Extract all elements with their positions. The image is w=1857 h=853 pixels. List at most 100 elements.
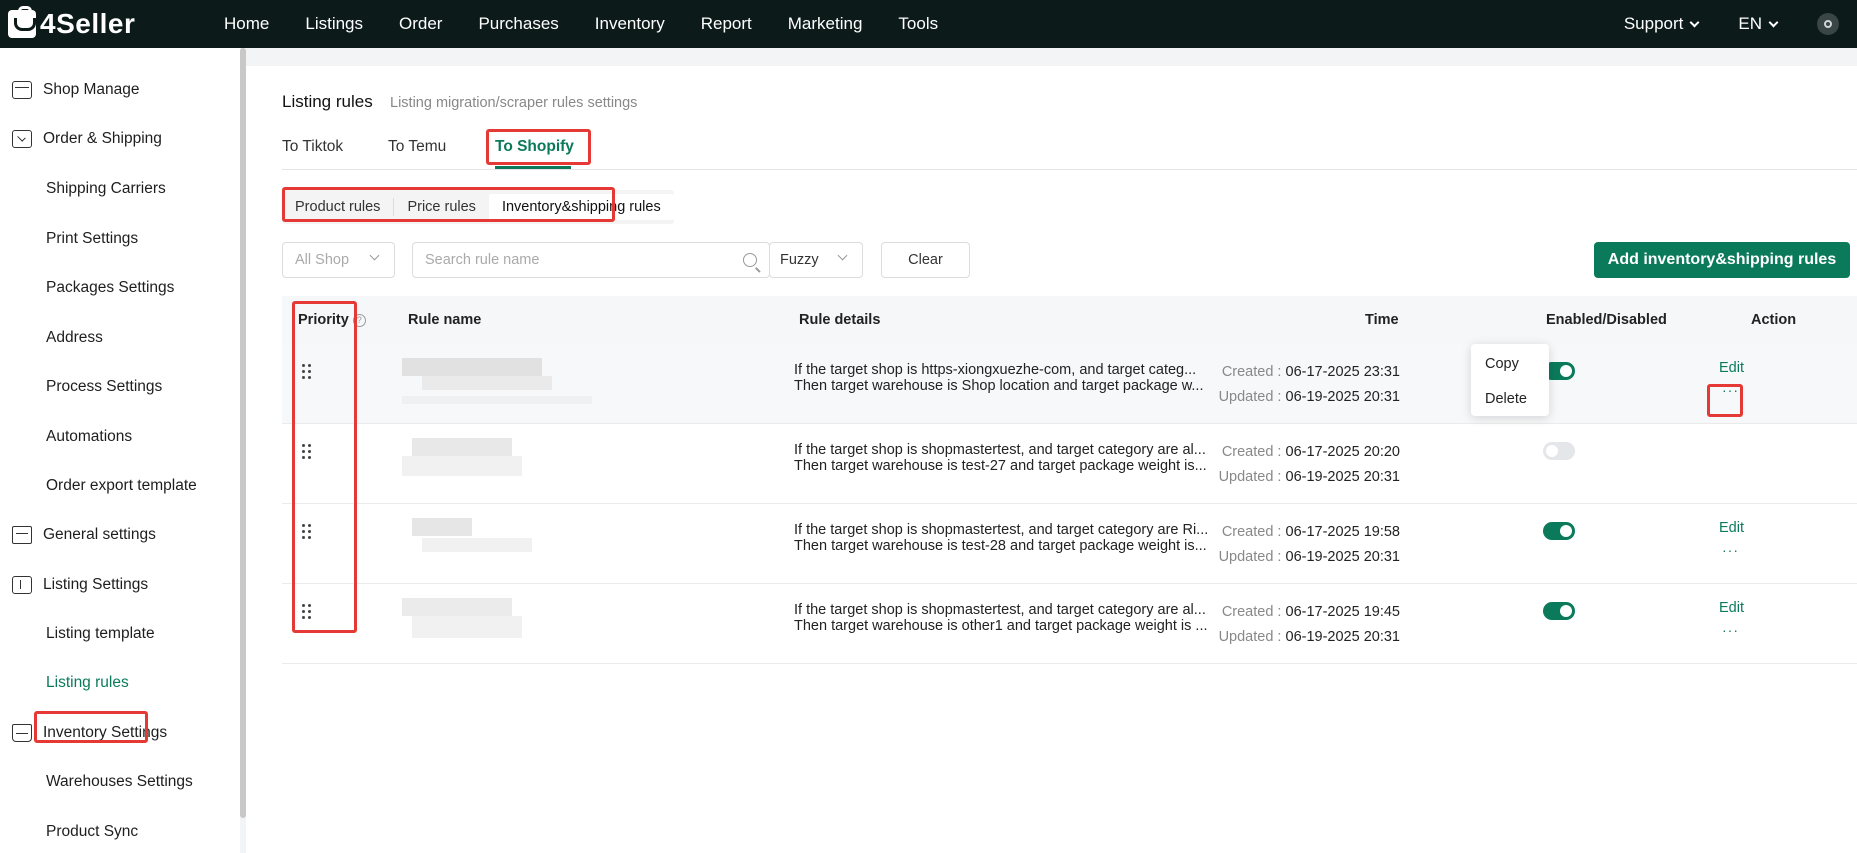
match-mode-select[interactable]: Fuzzy — [769, 242, 863, 278]
created-label: Created : — [1221, 604, 1282, 620]
sidebar-item-order-shipping[interactable]: Order & Shipping — [0, 119, 162, 159]
drag-handle-icon[interactable] — [302, 524, 312, 540]
settings-gear-icon[interactable] — [1817, 13, 1839, 35]
sidebar-item-label: Shop Manage — [43, 81, 140, 98]
rule-details-line1: If the target shop is shopmastertest, an… — [794, 442, 1206, 458]
rule-time: Created : 06-17-2025 20:20 Updated : 06-1… — [1162, 440, 1400, 490]
sidebar-item-label: Product Sync — [46, 823, 139, 840]
listing-settings-icon — [12, 576, 32, 594]
table-row: If the target shop is shopmastertest, an… — [282, 424, 1857, 504]
header-priority: Priority? — [298, 312, 366, 328]
support-menu[interactable]: Support — [1623, 14, 1700, 34]
edit-link[interactable]: Edit — [1719, 520, 1744, 536]
updated-time: 06-19-2025 20:31 — [1285, 469, 1401, 485]
drag-handle-icon[interactable] — [302, 364, 312, 380]
sidebar-item-label: Warehouses Settings — [46, 773, 193, 790]
sidebar-item-listing-rules[interactable]: Listing rules — [0, 663, 129, 703]
top-right-controls: Support EN — [1624, 0, 1857, 48]
updated-time: 06-19-2025 20:31 — [1285, 389, 1401, 405]
created-label: Created : — [1221, 364, 1282, 380]
header-priority-label: Priority — [298, 312, 349, 328]
help-icon[interactable]: ? — [352, 314, 366, 327]
page-subtitle: Listing migration/scraper rules settings — [390, 95, 638, 111]
rule-name-redacted — [402, 518, 592, 576]
segment-price-rules[interactable]: Price rules — [394, 194, 489, 220]
segment-product-rules[interactable]: Product rules — [282, 194, 393, 220]
rule-time: Created : 06-17-2025 19:58 Updated : 06-1… — [1162, 520, 1400, 570]
main-nav: Home Listings Order Purchases Inventory … — [224, 14, 974, 34]
sidebar-item-general-settings[interactable]: General settings — [0, 515, 156, 555]
nav-purchases[interactable]: Purchases — [478, 14, 558, 34]
table-row: If the target shop is shopmastertest, an… — [282, 584, 1857, 664]
logo-bag-icon — [8, 6, 36, 38]
enabled-toggle[interactable] — [1543, 602, 1575, 620]
sidebar-item-label: Listing Settings — [43, 576, 149, 593]
shop-select[interactable]: All Shop — [282, 242, 395, 278]
sidebar-item-listing-template[interactable]: Listing template — [0, 614, 155, 654]
sidebar-item-label: Listing template — [46, 625, 155, 642]
more-actions-icon[interactable]: ··· — [1722, 382, 1739, 398]
more-actions-icon[interactable]: ··· — [1722, 542, 1739, 558]
nav-tools[interactable]: Tools — [898, 14, 938, 34]
logo-text: 4Seller — [40, 8, 136, 39]
chevron-down-icon — [1768, 17, 1779, 27]
rule-details-line1: If the target shop is https-xiongxuezhe-… — [794, 362, 1197, 378]
search-input[interactable]: Search rule name — [412, 242, 770, 278]
enabled-toggle[interactable] — [1543, 522, 1575, 540]
order-icon — [12, 130, 32, 148]
rule-name-redacted — [402, 438, 592, 496]
menu-item-delete[interactable]: Delete — [1485, 391, 1527, 407]
sidebar-item-order-export-template[interactable]: Order export template — [0, 466, 197, 506]
sidebar-item-address[interactable]: Address — [0, 318, 103, 358]
sidebar-item-product-sync[interactable]: Product Sync — [0, 812, 138, 852]
rule-details: If the target shop is shopmastertest, an… — [794, 522, 1208, 554]
sidebar-item-automations[interactable]: Automations — [0, 417, 132, 457]
nav-report[interactable]: Report — [701, 14, 752, 34]
language-label: EN — [1738, 14, 1762, 33]
rule-name-redacted — [402, 358, 592, 416]
chevron-down-icon — [369, 250, 380, 261]
drag-handle-icon[interactable] — [302, 604, 312, 620]
nav-listings[interactable]: Listings — [305, 14, 363, 34]
sidebar-item-label: Packages Settings — [46, 279, 175, 296]
sidebar-item-print-settings[interactable]: Print Settings — [0, 219, 138, 259]
more-actions-icon[interactable]: ··· — [1722, 622, 1739, 638]
sidebar-item-process-settings[interactable]: Process Settings — [0, 367, 162, 407]
menu-item-copy[interactable]: Copy — [1485, 356, 1519, 372]
drag-handle-icon[interactable] — [302, 444, 312, 460]
sidebar-item-warehouses-settings[interactable]: Warehouses Settings — [0, 762, 193, 802]
nav-home[interactable]: Home — [224, 14, 269, 34]
updated-time: 06-19-2025 20:31 — [1285, 629, 1401, 645]
nav-marketing[interactable]: Marketing — [788, 14, 863, 34]
clear-button[interactable]: Clear — [881, 242, 970, 278]
sidebar-item-shop-manage[interactable]: Shop Manage — [0, 70, 140, 110]
sidebar-item-packages-settings[interactable]: Packages Settings — [0, 268, 174, 308]
support-label: Support — [1623, 14, 1684, 33]
edit-link[interactable]: Edit — [1719, 600, 1744, 616]
sidebar-item-label: General settings — [43, 526, 156, 543]
segment-inventory-shipping-rules[interactable]: Inventory&shipping rules — [488, 194, 674, 220]
add-inventory-shipping-rules-button[interactable]: Add inventory&shipping rules — [1594, 242, 1850, 278]
logo[interactable]: 4Seller — [8, 6, 208, 40]
sidebar-item-label: Shipping Carriers — [46, 180, 166, 197]
updated-label: Updated : — [1218, 389, 1282, 405]
sidebar-item-shipping-carriers[interactable]: Shipping Carriers — [0, 169, 166, 209]
tab-to-shopify[interactable]: To Shopify — [495, 138, 574, 156]
rule-details: If the target shop is https-xiongxuezhe-… — [794, 362, 1203, 394]
tab-to-temu[interactable]: To Temu — [388, 138, 446, 156]
rule-details-line1: If the target shop is shopmastertest, an… — [794, 522, 1209, 538]
nav-order[interactable]: Order — [399, 14, 442, 34]
edit-link[interactable]: Edit — [1719, 360, 1744, 376]
search-icon[interactable] — [743, 253, 757, 267]
shop-icon — [12, 81, 32, 99]
sidebar-item-listing-settings[interactable]: Listing Settings — [0, 565, 148, 605]
top-navbar: 4Seller Home Listings Order Purchases In… — [0, 0, 1857, 48]
shop-select-placeholder: All Shop — [295, 252, 350, 268]
sidebar-item-label: Listing rules — [46, 674, 129, 691]
language-menu[interactable]: EN — [1738, 14, 1779, 34]
enabled-toggle[interactable] — [1543, 442, 1575, 460]
tab-to-tiktok[interactable]: To Tiktok — [282, 138, 343, 156]
nav-inventory[interactable]: Inventory — [595, 14, 665, 34]
chevron-down-icon — [837, 250, 848, 261]
rule-details-line1: If the target shop is shopmastertest, an… — [794, 602, 1206, 618]
